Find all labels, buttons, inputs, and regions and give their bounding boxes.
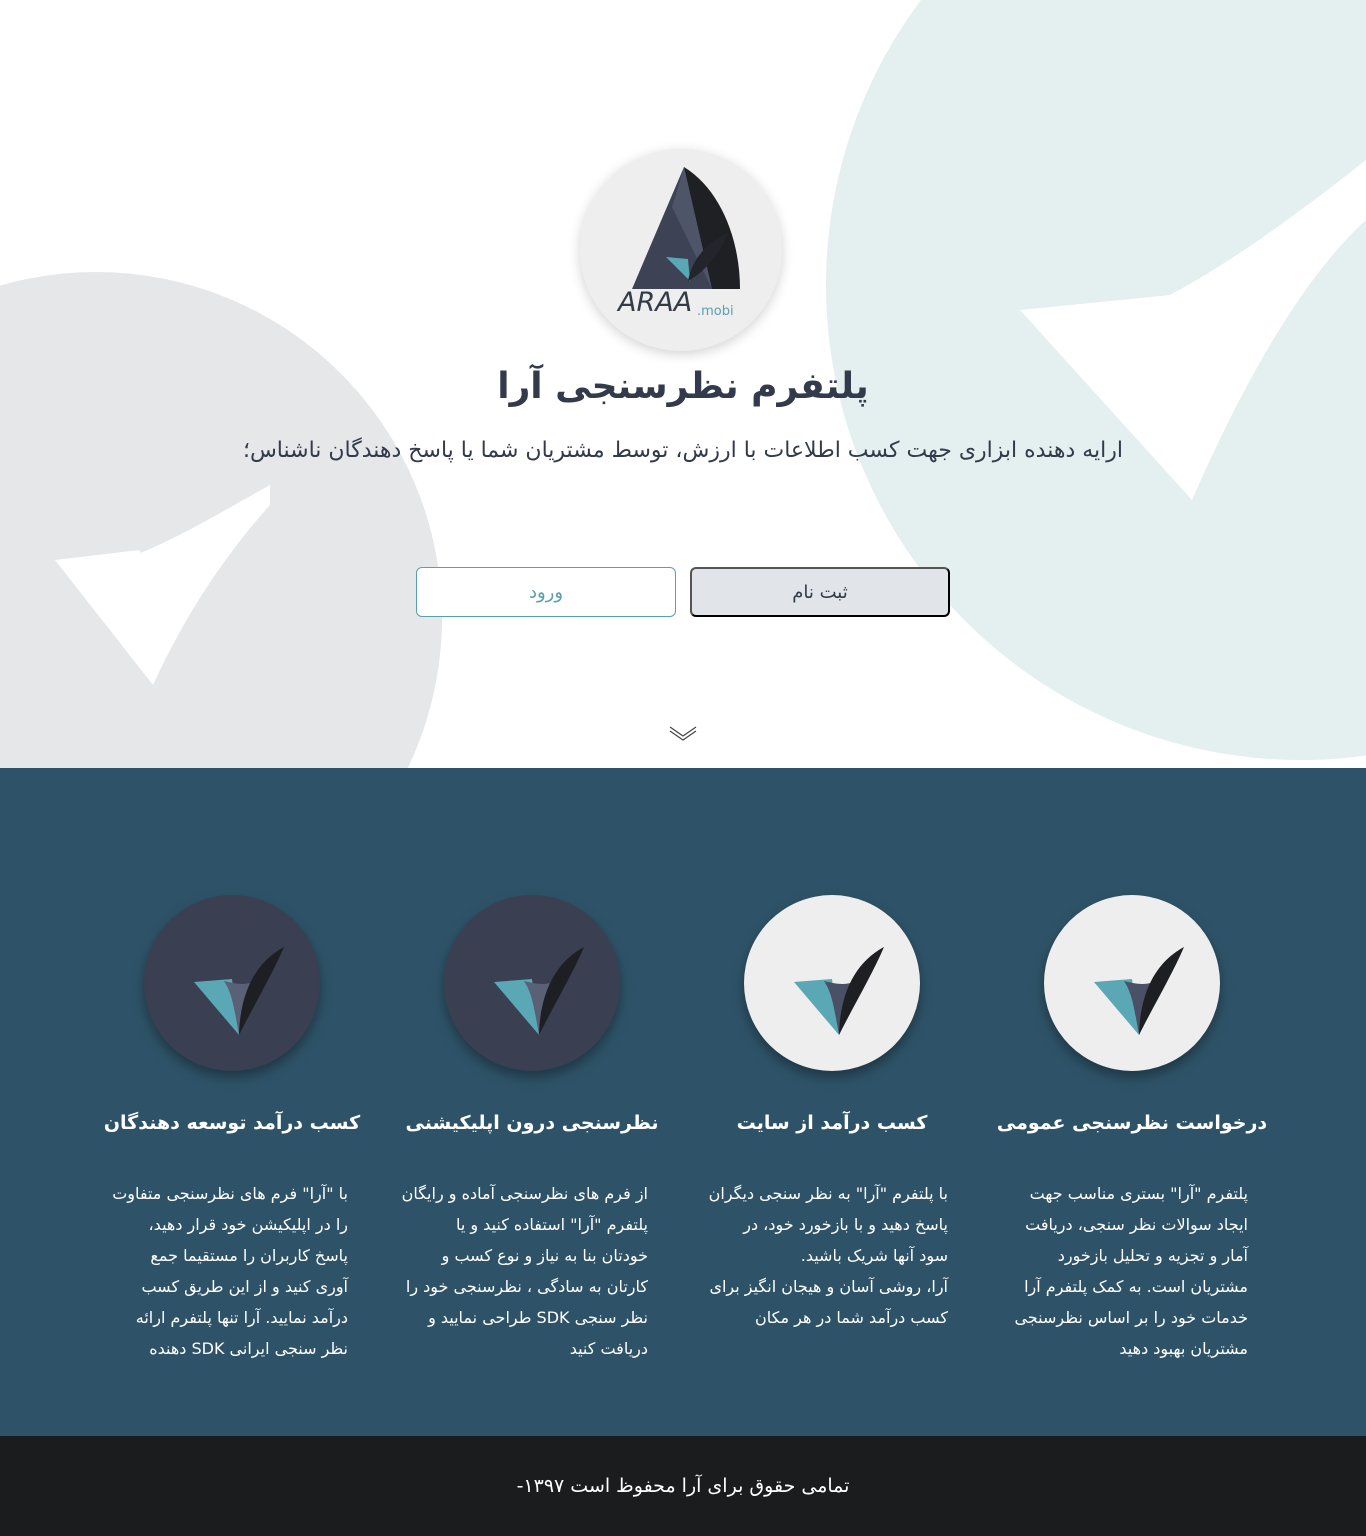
- araa-check-icon: [1094, 947, 1184, 1035]
- features-section: درخواست نظرسنجی عمومی پلتفرم "آرا" بستری…: [0, 768, 1366, 1436]
- feature-icon-badge: [744, 895, 920, 1071]
- brand-logo[interactable]: ARAA .mobi: [580, 149, 782, 351]
- feature-description: با "آرا" فرم های نظرسنجی متفاوت را در اپ…: [112, 1184, 348, 1358]
- page-footer: تمامی حقوق برای آرا محفوظ است ۱۳۹۷-: [0, 1436, 1366, 1536]
- feature-site-income: کسب درآمد از سایت با پلتفرم "آرا" به نظر…: [682, 768, 982, 1436]
- page-title: پلتفرم نظرسنجی آرا: [497, 366, 869, 407]
- feature-description: با پلتفرم "آرا" به نظر سنجی دیگران پاسخ …: [708, 1184, 948, 1327]
- feature-description: پلتفرم "آرا" بستری مناسب جهت ایجاد سوالا…: [1014, 1184, 1248, 1358]
- register-button[interactable]: ثبت نام: [690, 567, 950, 617]
- araa-check-icon: [794, 947, 884, 1035]
- feature-title: درخواست نظرسنجی عمومی: [996, 1112, 1268, 1134]
- login-button[interactable]: ورود: [416, 567, 676, 617]
- feature-public-survey: درخواست نظرسنجی عمومی پلتفرم "آرا" بستری…: [982, 768, 1282, 1436]
- feature-description: از فرم های نظرسنجی آماده و رایگان پلتفرم…: [401, 1184, 648, 1358]
- feature-title: کسب درآمد از سایت: [736, 1112, 928, 1134]
- feature-title: کسب درآمد توسعه دهندگان: [103, 1112, 361, 1134]
- logo-domain-suffix: .mobi: [697, 304, 734, 319]
- araa-check-icon: [494, 947, 584, 1035]
- scroll-down-chevron-icon[interactable]: [669, 724, 697, 742]
- logo-wordmark: ARAA: [618, 287, 693, 318]
- feature-icon-badge: [444, 895, 620, 1071]
- feature-in-app-survey: نظرسنجی درون اپلیکیشنی از فرم های نظرسنج…: [382, 768, 682, 1436]
- hero-section: ARAA .mobi پلتفرم نظرسنجی آرا ارایه دهند…: [0, 0, 1366, 768]
- feature-icon-badge: [144, 895, 320, 1071]
- feature-developer-income: کسب درآمد توسعه دهندگان با "آرا" فرم های…: [82, 768, 382, 1436]
- page-subtitle: ارایه دهنده ابزاری جهت کسب اطلاعات با ار…: [242, 438, 1124, 463]
- araa-check-icon: [194, 947, 284, 1035]
- background-check-icon: [55, 485, 270, 685]
- copyright-text: تمامی حقوق برای آرا محفوظ است ۱۳۹۷-: [516, 1475, 850, 1497]
- feature-icon-badge: [1044, 895, 1220, 1071]
- logo-sail-icon: [632, 167, 740, 289]
- feature-title: نظرسنجی درون اپلیکیشنی: [405, 1112, 659, 1134]
